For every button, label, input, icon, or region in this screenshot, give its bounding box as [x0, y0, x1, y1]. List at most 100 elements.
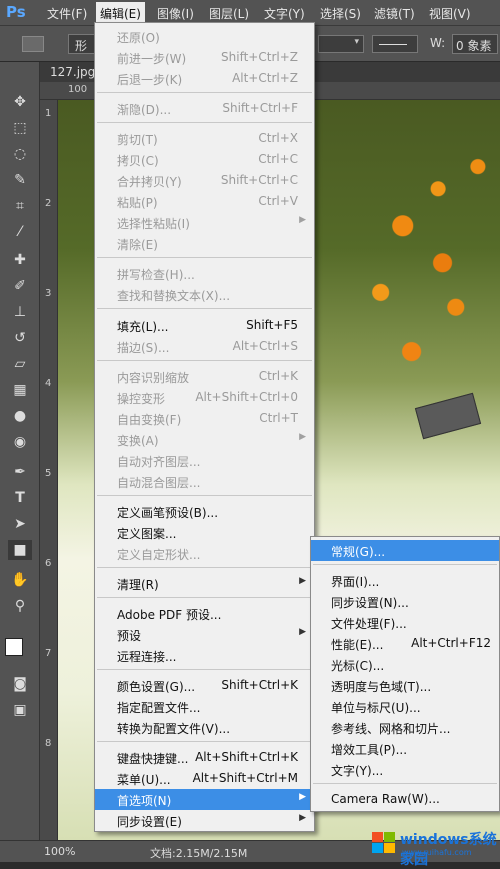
- dodge-tool-icon[interactable]: ◉: [8, 432, 32, 452]
- move-tool-icon[interactable]: ✥: [8, 92, 32, 112]
- menu-item-shortcut: Alt+Shift+Ctrl+K: [195, 750, 298, 764]
- menu-view[interactable]: 视图(V): [429, 5, 471, 22]
- menu-item-fade[interactable]: 渐隐(D)... Shift+Ctrl+F: [95, 98, 314, 119]
- eyedropper-tool-icon[interactable]: ⁄: [8, 222, 32, 242]
- pen-tool-icon[interactable]: ✒: [8, 462, 32, 482]
- submenu-item-interface[interactable]: 界面(I)...: [311, 570, 499, 591]
- zoom-tool-icon[interactable]: ⚲: [8, 596, 32, 616]
- menu-item-remote-connections[interactable]: 远程连接...: [95, 645, 314, 666]
- menu-item-copy-merged[interactable]: 合并拷贝(Y) Shift+Ctrl+C: [95, 170, 314, 191]
- menu-filter[interactable]: 滤镜(T): [374, 5, 415, 22]
- width-input[interactable]: 0 象素: [452, 34, 498, 54]
- menu-item-define-brush[interactable]: 定义画笔预设(B)...: [95, 501, 314, 522]
- menu-separator: [97, 669, 312, 670]
- menu-item-find-replace[interactable]: 查找和替换文本(X)...: [95, 284, 314, 305]
- screen-mode-icon[interactable]: ▣: [8, 700, 32, 720]
- menu-item-stroke[interactable]: 描边(S)... Alt+Ctrl+S: [95, 336, 314, 357]
- menu-item-assign-profile[interactable]: 指定配置文件...: [95, 696, 314, 717]
- submenu-item-label: 参考线、网格和切片...: [331, 722, 451, 736]
- brush-tool-icon[interactable]: ✐: [8, 276, 32, 296]
- stroke-width-select[interactable]: ▾: [318, 35, 364, 53]
- gradient-tool-icon[interactable]: ▦: [8, 380, 32, 400]
- menu-item-define-pattern[interactable]: 定义图案...: [95, 522, 314, 543]
- tool-preset-picker[interactable]: [22, 36, 44, 52]
- menu-select[interactable]: 选择(S): [320, 5, 361, 22]
- menu-layer[interactable]: 图层(L): [209, 5, 249, 22]
- menu-item-define-custom-shape[interactable]: 定义自定形状...: [95, 543, 314, 564]
- stroke-type-select[interactable]: [372, 35, 418, 53]
- menu-edit[interactable]: 编辑(E): [96, 2, 145, 24]
- menu-item-label: 填充(L)...: [117, 320, 169, 334]
- menu-item-shortcut: Shift+Ctrl+F: [222, 101, 298, 115]
- document-tab[interactable]: 127.jpg: [50, 65, 95, 79]
- menu-item-clear[interactable]: 清除(E): [95, 233, 314, 254]
- menu-item-spell-check[interactable]: 拼写检查(H)...: [95, 263, 314, 284]
- menu-item-convert-to-profile[interactable]: 转换为配置文件(V)...: [95, 717, 314, 738]
- type-tool-icon[interactable]: T: [8, 488, 32, 508]
- menu-item-label: 拷贝(C): [117, 154, 159, 168]
- submenu-item-type[interactable]: 文字(Y)...: [311, 759, 499, 780]
- marquee-tool-icon[interactable]: ⬚: [8, 118, 32, 138]
- tools-panel: ✥ ⬚ ◌ ✎ ⌗ ⁄ ✚ ✐ ⊥ ↺ ▱ ▦ ● ◉ ✒ T ➤ ■ ✋ ⚲ …: [0, 62, 40, 840]
- submenu-item-general[interactable]: 常规(G)...: [311, 540, 499, 561]
- menu-item-label: 清理(R): [117, 578, 159, 592]
- shape-mode-select[interactable]: 形: [68, 34, 96, 54]
- menu-item-auto-align-layers[interactable]: 自动对齐图层...: [95, 450, 314, 471]
- menu-item-step-backward[interactable]: 后退一步(K) Alt+Ctrl+Z: [95, 68, 314, 89]
- menu-item-fill[interactable]: 填充(L)... Shift+F5: [95, 315, 314, 336]
- submenu-item-plugins[interactable]: 增效工具(P)...: [311, 738, 499, 759]
- menu-item-preferences[interactable]: 首选项(N) ▶: [95, 789, 314, 810]
- submenu-item-cursors[interactable]: 光标(C)...: [311, 654, 499, 675]
- menu-item-paste[interactable]: 粘贴(P) Ctrl+V: [95, 191, 314, 212]
- zoom-level[interactable]: 100%: [44, 845, 75, 858]
- history-brush-tool-icon[interactable]: ↺: [8, 328, 32, 348]
- menu-item-puppet-warp[interactable]: 操控变形 Alt+Shift+Ctrl+0: [95, 387, 314, 408]
- hand-tool-icon[interactable]: ✋: [8, 570, 32, 590]
- edit-menu-dropdown: 还原(O) 前进一步(W) Shift+Ctrl+Z 后退一步(K) Alt+Ctr…: [94, 22, 315, 832]
- menu-item-sync-settings[interactable]: 同步设置(E) ▶: [95, 810, 314, 831]
- menu-item-keyboard-shortcuts[interactable]: 键盘快捷键... Alt+Shift+Ctrl+K: [95, 747, 314, 768]
- menu-item-menus[interactable]: 菜单(U)... Alt+Shift+Ctrl+M: [95, 768, 314, 789]
- menu-item-label: Adobe PDF 预设...: [117, 608, 222, 622]
- menu-item-transform[interactable]: 变换(A) ▶: [95, 429, 314, 450]
- menu-item-label: 还原(O): [117, 31, 160, 45]
- menu-item-presets[interactable]: 预设 ▶: [95, 624, 314, 645]
- eraser-tool-icon[interactable]: ▱: [8, 354, 32, 374]
- quick-mask-icon[interactable]: ◙: [8, 674, 32, 694]
- submenu-item-file-handling[interactable]: 文件处理(F)...: [311, 612, 499, 633]
- menu-item-auto-blend-layers[interactable]: 自动混合图层...: [95, 471, 314, 492]
- menu-file[interactable]: 文件(F): [47, 5, 87, 22]
- menu-item-copy[interactable]: 拷贝(C) Ctrl+C: [95, 149, 314, 170]
- menu-image[interactable]: 图像(I): [157, 5, 194, 22]
- menu-item-label: 操控变形: [117, 392, 166, 406]
- rectangle-tool-icon[interactable]: ■: [8, 540, 32, 560]
- submenu-item-performance[interactable]: 性能(E)... Alt+Ctrl+F12: [311, 633, 499, 654]
- submenu-item-transparency-gamut[interactable]: 透明度与色域(T)...: [311, 675, 499, 696]
- menu-item-content-aware-scale[interactable]: 内容识别缩放 Ctrl+K: [95, 366, 314, 387]
- quick-select-tool-icon[interactable]: ✎: [8, 170, 32, 190]
- menu-item-paste-special[interactable]: 选择性粘贴(I) ▶: [95, 212, 314, 233]
- menu-item-color-settings[interactable]: 颜色设置(G)... Shift+Ctrl+K: [95, 675, 314, 696]
- stroke-line-icon: [379, 44, 407, 45]
- menu-item-step-forward[interactable]: 前进一步(W) Shift+Ctrl+Z: [95, 47, 314, 68]
- clone-stamp-tool-icon[interactable]: ⊥: [8, 302, 32, 322]
- menu-item-purge[interactable]: 清理(R) ▶: [95, 573, 314, 594]
- menu-separator: [97, 597, 312, 598]
- lasso-tool-icon[interactable]: ◌: [8, 144, 32, 164]
- menu-type[interactable]: 文字(Y): [264, 5, 305, 22]
- crop-tool-icon[interactable]: ⌗: [8, 196, 32, 216]
- submenu-item-label: Camera Raw(W)...: [331, 792, 440, 806]
- menu-item-cut[interactable]: 剪切(T) Ctrl+X: [95, 128, 314, 149]
- menu-item-undo[interactable]: 还原(O): [95, 26, 314, 47]
- healing-brush-tool-icon[interactable]: ✚: [8, 250, 32, 270]
- blur-tool-icon[interactable]: ●: [8, 406, 32, 426]
- submenu-item-units-rulers[interactable]: 单位与标尺(U)...: [311, 696, 499, 717]
- foreground-color-swatch[interactable]: [5, 638, 23, 656]
- path-select-tool-icon[interactable]: ➤: [8, 514, 32, 534]
- submenu-item-camera-raw[interactable]: Camera Raw(W)...: [311, 789, 499, 810]
- menu-item-adobe-pdf-presets[interactable]: Adobe PDF 预设...: [95, 603, 314, 624]
- submenu-arrow-icon: ▶: [299, 813, 306, 823]
- submenu-item-guides-grid-slices[interactable]: 参考线、网格和切片...: [311, 717, 499, 738]
- menu-item-free-transform[interactable]: 自由变换(F) Ctrl+T: [95, 408, 314, 429]
- submenu-item-sync-settings[interactable]: 同步设置(N)...: [311, 591, 499, 612]
